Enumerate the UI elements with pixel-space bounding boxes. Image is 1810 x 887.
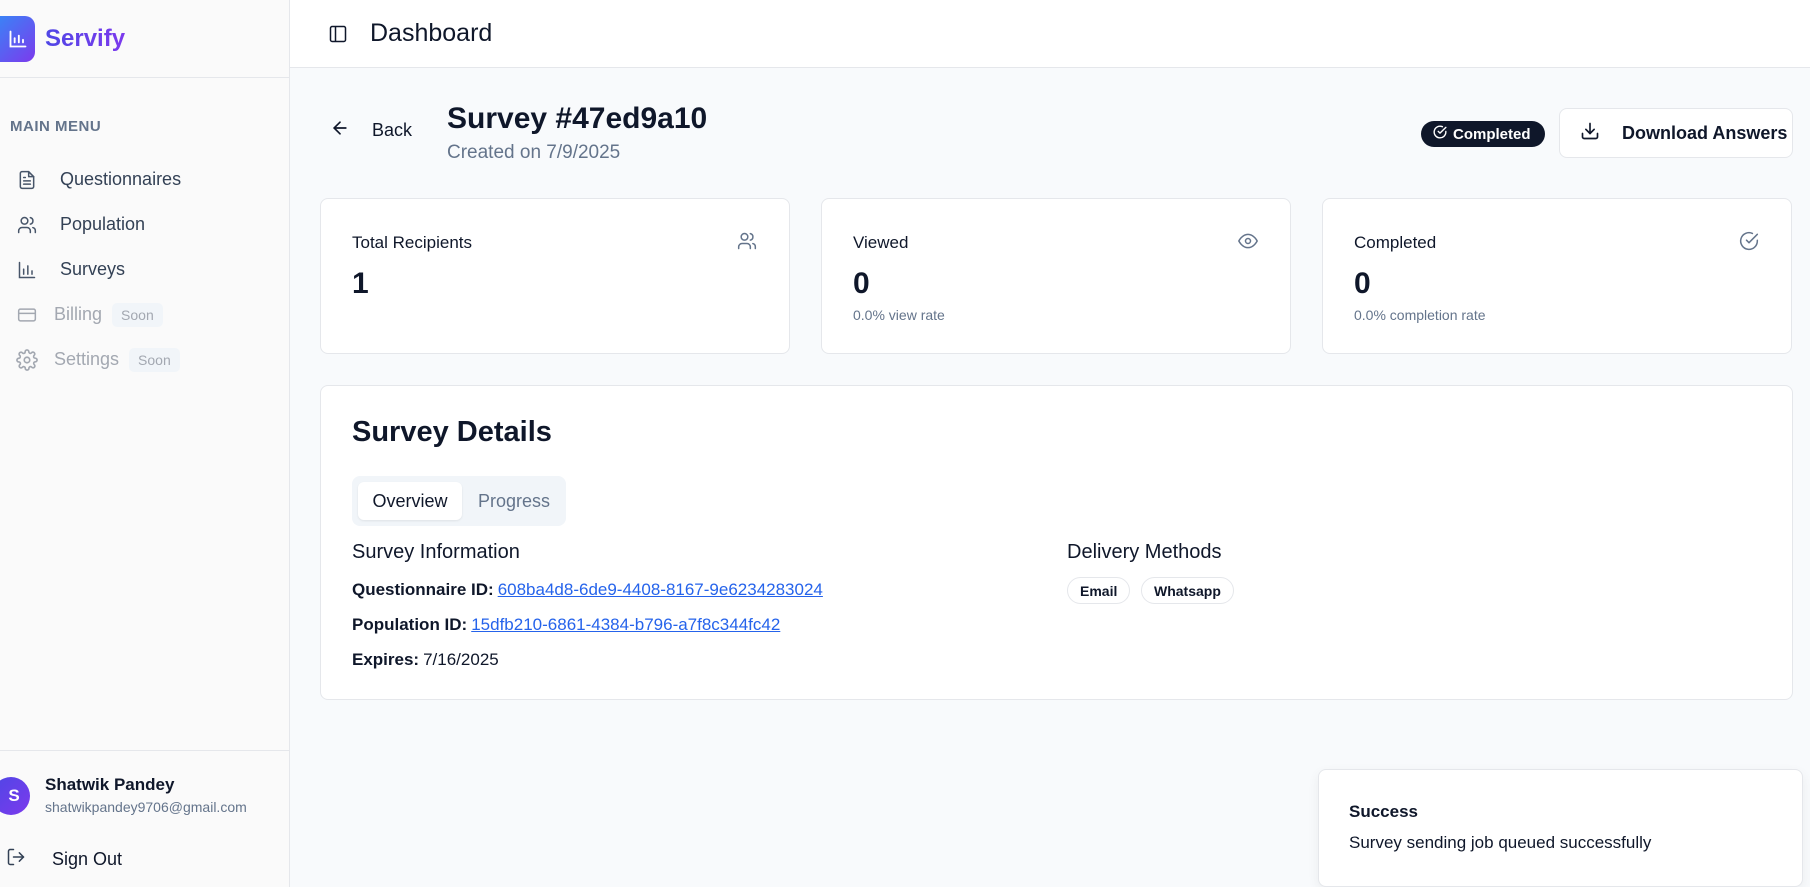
created-date: Created on 7/9/2025: [447, 142, 621, 163]
brand[interactable]: Servify: [0, 0, 289, 78]
sidebar-item-surveys[interactable]: Surveys: [0, 247, 289, 292]
toast-message: Survey sending job queued successfully: [1349, 833, 1652, 852]
questionnaire-id-row: Questionnaire ID: 608ba4d8-6de9-4408-8167…: [352, 580, 823, 600]
questionnaire-id-link[interactable]: 608ba4d8-6de9-4408-8167-9e6234283024: [498, 580, 823, 599]
stat-sub: 0.0% completion rate: [1354, 307, 1486, 323]
toast-title: Success: [1349, 802, 1418, 821]
user-panel: S Shatwik Pandey shatwikpandey9706@gmail…: [0, 750, 289, 887]
details-tabs: Overview Progress: [352, 476, 566, 526]
population-id-label: Population ID:: [352, 615, 468, 634]
sidebar-toggle-icon[interactable]: [326, 22, 350, 46]
population-id-link[interactable]: 15dfb210-6861-4384-b796-a7f8c344fc42: [471, 615, 780, 634]
main-nav: Questionnaires Population Surveys Billin…: [0, 157, 289, 382]
expires-label: Expires:: [352, 650, 420, 669]
brand-name: Servify: [45, 24, 126, 52]
log-out-icon: [6, 847, 26, 872]
sidebar-item-questionnaires[interactable]: Questionnaires: [0, 157, 289, 202]
sidebar-item-population[interactable]: Population: [0, 202, 289, 247]
stat-label: Viewed: [853, 233, 909, 252]
back-label: Back: [372, 120, 413, 140]
sidebar-item-settings: Settings Soon: [0, 337, 289, 382]
sign-out-label: Sign Out: [52, 848, 123, 869]
topbar: Dashboard: [290, 0, 1810, 68]
success-toast[interactable]: Success Survey sending job queued succes…: [1318, 769, 1803, 887]
sidebar-item-label: Population: [60, 214, 146, 234]
sign-out-button[interactable]: Sign Out: [0, 839, 122, 879]
details-title: Survey Details: [352, 416, 552, 448]
delivery-method-badge: Email: [1067, 577, 1131, 604]
stat-card-recipients: Total Recipients 1: [320, 198, 790, 354]
sidebar-item-label: Billing: [54, 304, 103, 324]
credit-card-icon: [14, 302, 40, 328]
avatar[interactable]: S: [0, 777, 30, 815]
stat-value: 0: [853, 267, 870, 300]
gear-icon: [14, 347, 40, 373]
expires-row: Expires: 7/16/2025: [352, 650, 499, 670]
stat-card-completed: Completed 0 0.0% completion rate: [1322, 198, 1792, 354]
tab-overview[interactable]: Overview: [358, 482, 462, 520]
delivery-methods-title: Delivery Methods: [1067, 541, 1222, 563]
bar-chart-icon: [14, 257, 40, 283]
user-name: Shatwik Pandey: [45, 775, 175, 794]
stat-label: Completed: [1354, 233, 1437, 252]
survey-info-title: Survey Information: [352, 541, 520, 563]
users-icon: [14, 212, 40, 238]
arrow-left-icon: [330, 118, 350, 143]
stat-value: 0: [1354, 267, 1371, 300]
back-button[interactable]: Back: [330, 118, 412, 143]
stat-card-viewed: Viewed 0 0.0% view rate: [821, 198, 1291, 354]
download-icon: [1580, 121, 1600, 146]
download-answers-button[interactable]: Download Answers: [1559, 108, 1793, 158]
questionnaire-id-label: Questionnaire ID:: [352, 580, 494, 599]
stat-sub: 0.0% view rate: [853, 307, 945, 323]
sidebar: Servify MAIN MENU Questionnaires Populat…: [0, 0, 290, 887]
users-icon: [737, 231, 759, 253]
population-id-row: Population ID: 15dfb210-6861-4384-b796-a7…: [352, 615, 780, 635]
stat-value: 1: [352, 267, 369, 300]
check-circle-icon: [1739, 231, 1761, 253]
menu-title: MAIN MENU: [10, 118, 102, 135]
sidebar-item-billing: Billing Soon: [0, 292, 289, 337]
stat-label: Total Recipients: [352, 233, 473, 252]
status-badge: Completed: [1421, 121, 1545, 147]
survey-title: Survey #47ed9a10: [447, 102, 708, 135]
sidebar-item-label: Settings: [54, 349, 120, 369]
eye-icon: [1238, 231, 1260, 253]
expires-value: 7/16/2025: [423, 650, 499, 669]
logo-icon: [0, 15, 35, 62]
soon-badge: Soon: [112, 302, 163, 327]
sidebar-item-label: Questionnaires: [60, 169, 182, 189]
soon-badge: Soon: [129, 347, 180, 372]
survey-details-card: Survey Details Overview Progress Survey …: [320, 385, 1793, 700]
file-text-icon: [14, 167, 40, 193]
status-label: Completed: [1453, 125, 1531, 143]
sidebar-item-label: Surveys: [60, 259, 126, 279]
tab-progress[interactable]: Progress: [468, 482, 560, 520]
user-email: shatwikpandey9706@gmail.com: [45, 799, 247, 815]
download-label: Download Answers: [1622, 122, 1788, 143]
check-circle-icon: [1433, 125, 1447, 143]
page-title: Dashboard: [370, 19, 493, 47]
delivery-method-badge: Whatsapp: [1141, 577, 1234, 604]
